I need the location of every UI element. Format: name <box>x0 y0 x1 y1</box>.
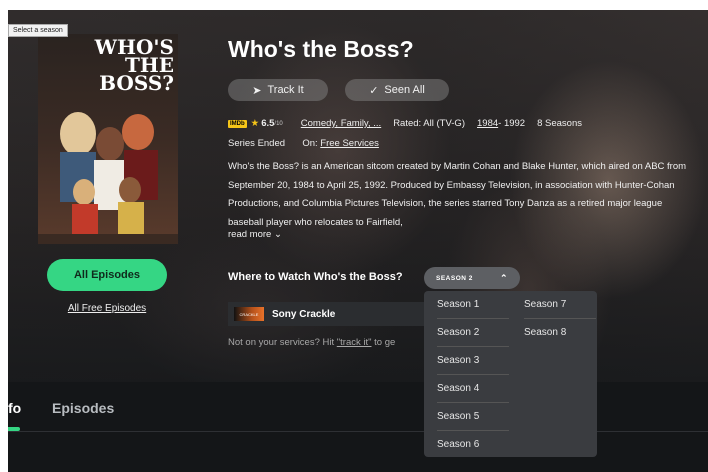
season-option-8[interactable]: Season 8 <box>524 327 596 346</box>
tab-episodes[interactable]: Episodes <box>52 400 114 416</box>
show-description: Who's the Boss? is an American sitcom cr… <box>228 161 687 228</box>
seen-all-button[interactable]: ✓ Seen All <box>345 79 449 101</box>
tab-divider <box>8 431 708 432</box>
show-poster: WHO'S THE BOSS? <box>38 34 178 244</box>
sony-crackle-logo: CRACKLE <box>234 307 264 321</box>
check-icon: ✓ <box>369 84 379 97</box>
chevron-up-icon: ⌃ <box>499 272 508 283</box>
season-select-value: SEASON 2 <box>436 274 473 282</box>
page-title: Who's the Boss? <box>228 36 414 62</box>
year-end: - 1992 <box>498 118 526 129</box>
poster-title: WHO'S THE BOSS? <box>94 35 174 95</box>
season-option-5[interactable]: Season 5 <box>437 411 509 431</box>
free-services-link[interactable]: Free Services <box>320 138 379 149</box>
star-icon: ★ <box>250 118 260 129</box>
genres-link[interactable]: Comedy, Family, ... <box>301 118 381 129</box>
seen-all-label: Seen All <box>384 84 425 96</box>
season-option-1[interactable]: Season 1 <box>437 299 509 319</box>
read-more-label: read more <box>228 229 272 240</box>
series-status: Series Ended <box>228 138 286 149</box>
service-row-sony-crackle[interactable]: CRACKLE Sony Crackle <box>228 302 428 326</box>
all-episodes-button[interactable]: All Episodes <box>47 259 167 291</box>
imdb-score: 6.5 <box>261 118 275 129</box>
tab-info[interactable]: fo <box>8 400 21 416</box>
season-dropdown-menu: Season 1 Season 2 Season 3 Season 4 Seas… <box>424 291 597 457</box>
not-on-services-text: Not on your services? Hit "track it" to … <box>228 337 396 348</box>
tooltip: Select a season <box>8 24 68 37</box>
poster-art <box>38 112 178 244</box>
season-option-7[interactable]: Season 7 <box>524 299 596 319</box>
on-label: On: <box>302 138 321 149</box>
service-name: Sony Crackle <box>272 308 336 320</box>
send-icon: ➤ <box>252 84 262 97</box>
year-start-link[interactable]: 1984 <box>477 118 498 129</box>
season-select[interactable]: SEASON 2 ⌃ <box>424 267 520 289</box>
season-option-4[interactable]: Season 4 <box>437 383 509 403</box>
imdb-outof: /10 <box>274 120 283 127</box>
all-free-episodes-link[interactable]: All Free Episodes <box>47 303 167 314</box>
track-it-label: Track It <box>267 84 304 96</box>
track-it-link[interactable]: "track it" <box>337 337 372 348</box>
show-meta-2: Series Ended On: Free Services <box>228 138 379 149</box>
where-to-watch-heading: Where to Watch Who's the Boss? <box>228 271 403 283</box>
season-count: 8 Seasons <box>537 118 582 129</box>
read-more-button[interactable]: read more ⌄ <box>228 229 282 240</box>
track-it-button[interactable]: ➤ Track It <box>228 79 328 101</box>
season-option-2[interactable]: Season 2 <box>437 327 509 347</box>
chevron-down-icon: ⌄ <box>273 229 282 240</box>
season-option-3[interactable]: Season 3 <box>437 355 509 375</box>
imdb-badge: IMDb <box>228 119 247 128</box>
show-meta: IMDb ★ 6.5 /10 Comedy, Family, ... Rated… <box>228 118 582 129</box>
rating: Rated: All (TV-G) <box>393 118 465 129</box>
season-option-6[interactable]: Season 6 <box>437 439 509 458</box>
